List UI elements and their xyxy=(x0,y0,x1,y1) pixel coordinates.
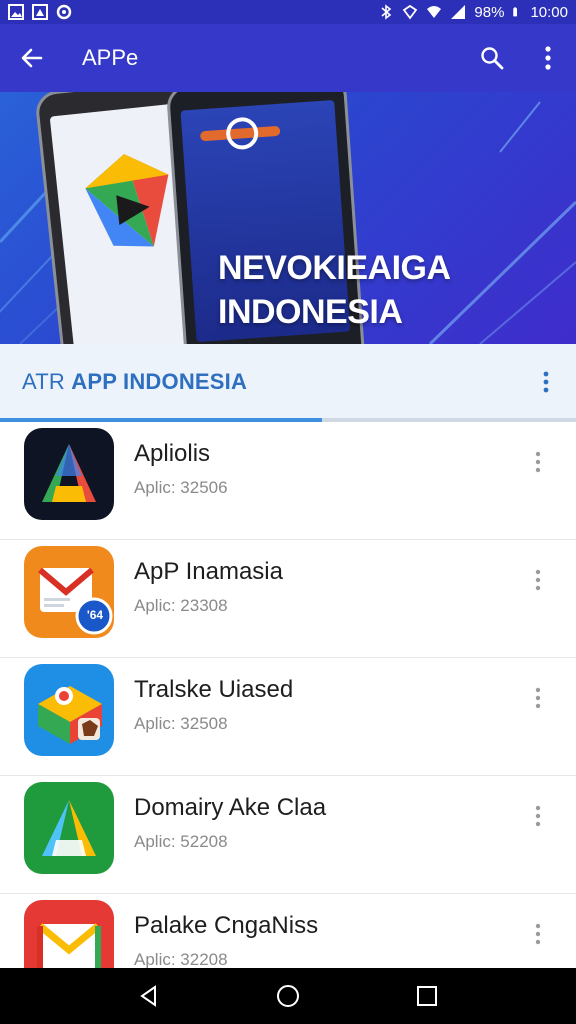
signal-icon xyxy=(451,5,466,19)
more-vert-icon xyxy=(543,371,549,393)
app-name: Palake CngaNiss xyxy=(134,912,319,939)
app-bar: APPe xyxy=(0,24,576,92)
promo-banner[interactable]: NEVOKIEAIGA INDONESIA xyxy=(0,92,576,344)
back-triangle-icon xyxy=(140,985,157,1007)
gmail-icon xyxy=(37,923,101,968)
triangle-logo-icon xyxy=(42,800,96,856)
list-item[interactable]: '64 ApP Inamasia Aplic: 23308 xyxy=(0,540,576,658)
app-subtitle: Aplic: 52208 xyxy=(134,832,228,851)
section-title-main: APP INDONESIA xyxy=(71,369,248,394)
app-icon xyxy=(24,900,114,968)
app-icon: '64 xyxy=(24,546,114,638)
app-subtitle: Aplic: 32208 xyxy=(134,950,228,968)
image-icon xyxy=(8,4,24,20)
list-item[interactable]: Domairy Ake Claa Aplic: 52208 xyxy=(0,776,576,894)
app-icon xyxy=(24,664,114,756)
list-item[interactable]: Tralske Uiased Aplic: 32508 xyxy=(0,658,576,776)
search-button[interactable] xyxy=(464,24,520,92)
app-subtitle: Aplic: 32508 xyxy=(134,714,228,733)
wifi-icon xyxy=(427,6,442,18)
item-more-button[interactable] xyxy=(520,562,556,598)
app-list: Apliolis Aplic: 32506 '64 ApP Inamasia A… xyxy=(0,422,576,968)
item-more-button[interactable] xyxy=(520,680,556,716)
overflow-menu-button[interactable] xyxy=(520,24,576,92)
app-name: ApP Inamasia xyxy=(134,558,283,585)
nav-home-button[interactable] xyxy=(258,968,318,1024)
item-more-button[interactable] xyxy=(520,798,556,834)
mail-icon xyxy=(38,567,113,635)
list-item[interactable]: Apliolis Aplic: 32506 xyxy=(0,422,576,540)
section-more-button[interactable] xyxy=(516,344,576,420)
app-title: APPe xyxy=(82,45,139,70)
nav-recents-button[interactable] xyxy=(397,968,457,1024)
app-name: Tralske Uiased xyxy=(134,676,294,703)
back-button[interactable] xyxy=(0,24,64,92)
triangle-logo-icon xyxy=(42,444,96,502)
more-vert-icon xyxy=(545,46,551,70)
sync-icon xyxy=(56,4,72,20)
more-vert-icon xyxy=(535,805,541,827)
more-vert-icon xyxy=(535,451,541,473)
gallery-icon xyxy=(32,4,48,20)
more-vert-icon xyxy=(535,569,541,591)
item-more-button[interactable] xyxy=(520,916,556,952)
nav-back-button[interactable] xyxy=(119,968,179,1024)
section-header: ATR APP INDONESIA xyxy=(0,344,576,420)
section-title: ATR APP INDONESIA xyxy=(22,369,516,395)
maps-icon xyxy=(38,686,102,744)
battery-percent: 98% xyxy=(474,3,505,21)
app-subtitle: Aplic: 32506 xyxy=(134,478,228,497)
system-nav-bar xyxy=(0,968,576,1024)
app-icon xyxy=(24,428,114,520)
front-screen-graphic xyxy=(200,117,281,150)
app-name: Apliolis xyxy=(134,440,211,467)
back-arrow-icon xyxy=(21,48,43,68)
app-subtitle: Aplic: 23308 xyxy=(134,596,228,615)
status-bar: 98% 10:00 xyxy=(0,0,576,24)
app-badge: '64 xyxy=(86,608,104,622)
list-item[interactable]: Palake CngaNiss Aplic: 32208 xyxy=(0,894,576,968)
app-icon xyxy=(24,782,114,874)
banner-line-2: INDONESIA xyxy=(218,293,403,331)
item-more-button[interactable] xyxy=(520,444,556,480)
app-name: Domairy Ake Claa xyxy=(134,794,327,821)
battery-icon xyxy=(513,7,518,17)
home-circle-icon xyxy=(276,985,299,1007)
section-title-prefix: ATR xyxy=(22,369,72,394)
more-vert-icon xyxy=(535,687,541,709)
banner-line-1: NEVOKIEAIGA xyxy=(218,249,451,287)
search-icon xyxy=(481,47,504,70)
hotspot-icon xyxy=(403,4,418,20)
clock: 10:00 xyxy=(530,3,568,21)
app-logo-icon xyxy=(85,154,169,247)
bluetooth-icon xyxy=(381,4,392,20)
recents-square-icon xyxy=(416,986,437,1006)
more-vert-icon xyxy=(535,923,541,945)
banner-headline: NEVOKIEAIGA INDONESIA xyxy=(218,246,451,334)
